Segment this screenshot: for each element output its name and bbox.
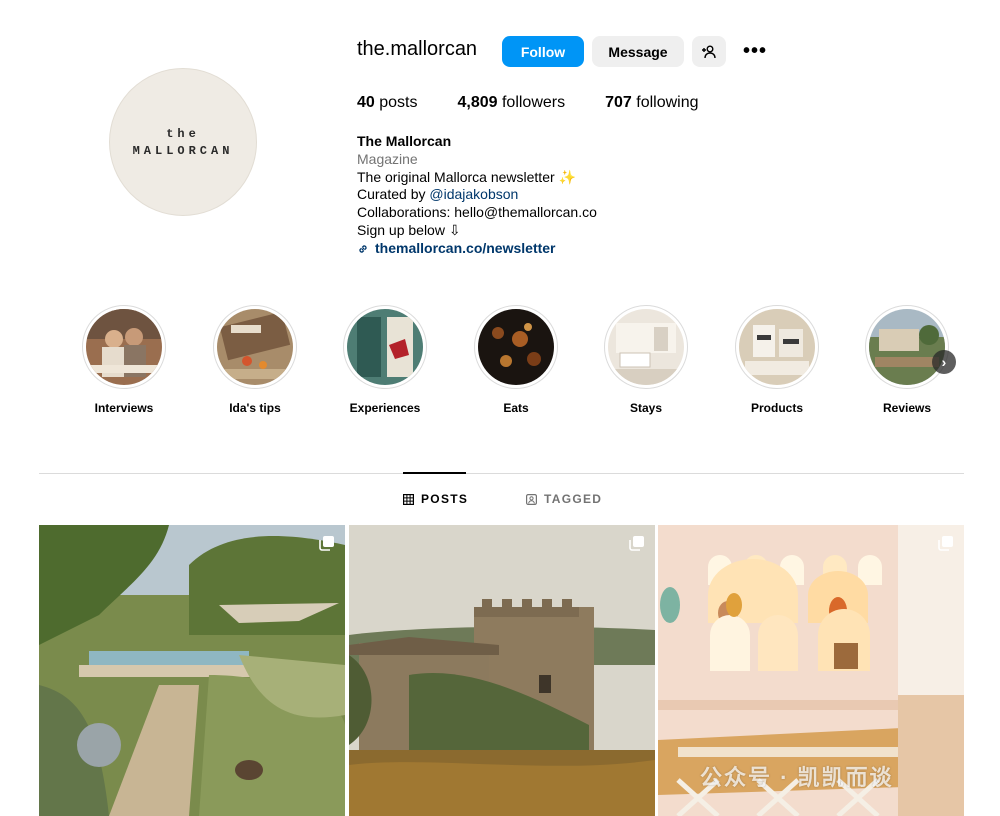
- highlight-interviews[interactable]: Interviews: [74, 305, 174, 415]
- post-image-garden: [39, 525, 345, 816]
- chevron-right-icon: ›: [941, 354, 947, 370]
- tagged-person-icon: [526, 493, 537, 505]
- highlight-cover-reviews: [869, 309, 945, 385]
- highlight-cover-idas-tips: [217, 309, 293, 385]
- highlight-ring: [604, 305, 688, 389]
- highlight-stays[interactable]: Stays: [596, 305, 696, 415]
- highlight-cover-products: [739, 309, 815, 385]
- highlight-label: Products: [750, 401, 803, 415]
- tab-posts[interactable]: POSTS: [403, 492, 468, 506]
- bio-category: Magazine: [357, 150, 418, 167]
- bio-line-collaborations: Collaborations: hello@themallorcan.co: [357, 204, 597, 221]
- watermark-text: 公众号 · 凯凯而谈: [700, 765, 894, 790]
- tab-tagged-label: TAGGED: [544, 492, 603, 506]
- highlight-label: Ida's tips: [229, 401, 281, 415]
- post-thumbnail-garden[interactable]: [39, 525, 345, 816]
- highlight-ring: [735, 305, 819, 389]
- highlight-idas-tips[interactable]: Ida's tips: [205, 305, 305, 415]
- highlight-ring: [213, 305, 297, 389]
- highlight-label: Experiences: [349, 401, 421, 415]
- post-thumbnail-castle[interactable]: [349, 525, 655, 816]
- add-person-icon: [702, 45, 716, 58]
- avatar-text-line1: the: [166, 126, 200, 141]
- tabs-divider: [39, 473, 964, 474]
- followers-label: followers: [497, 94, 566, 111]
- profile-avatar[interactable]: the MALLORCAN: [109, 68, 257, 216]
- highlight-ring: [865, 305, 949, 389]
- highlight-ring: [82, 305, 166, 389]
- posts-label: posts: [374, 94, 418, 111]
- following-label: following: [631, 94, 699, 111]
- bio-website-url: themallorcan.co/newsletter: [375, 239, 556, 256]
- bio-line-newsletter: The original Mallorca newsletter ✨: [357, 168, 576, 185]
- highlight-eats[interactable]: Eats: [466, 305, 566, 415]
- highlight-cover-interviews: [86, 309, 162, 385]
- bio-name: The Mallorcan: [357, 133, 452, 149]
- highlights-next-button[interactable]: ›: [932, 350, 956, 374]
- multiple-photos-icon: [629, 536, 644, 551]
- highlight-label: Eats: [503, 401, 529, 415]
- more-options-button[interactable]: •••: [742, 36, 768, 67]
- story-highlights: Interviews Ida's tips Experiences Eats S…: [0, 305, 1000, 425]
- tab-tagged[interactable]: TAGGED: [526, 492, 602, 506]
- posts-count: 40: [357, 94, 375, 111]
- multiple-photos-icon: [319, 536, 334, 551]
- bio-line-curated: Curated by @idajakobson: [357, 186, 597, 204]
- highlight-cover-experiences: [347, 309, 423, 385]
- profile-bio: The Mallorcan Magazine The original Mall…: [357, 133, 597, 258]
- highlight-cover-eats: [478, 309, 554, 385]
- post-image-castle: [349, 525, 655, 816]
- grid-icon: [403, 493, 414, 505]
- highlight-products[interactable]: Products: [727, 305, 827, 415]
- follow-button[interactable]: Follow: [502, 36, 584, 67]
- followers-stat[interactable]: 4,809 followers: [457, 94, 565, 112]
- posts-stat: 40 posts: [357, 94, 417, 112]
- highlight-ring: [474, 305, 558, 389]
- bio-line-signup: Sign up below ⇩: [357, 221, 461, 238]
- highlight-label: Reviews: [882, 401, 932, 415]
- avatar-text-line2: MALLORCAN: [132, 143, 234, 158]
- highlight-cover-stays: [608, 309, 684, 385]
- following-count: 707: [605, 94, 632, 111]
- profile-stats: 40 posts 4,809 followers 707 following: [357, 94, 739, 112]
- highlight-experiences[interactable]: Experiences: [335, 305, 435, 415]
- highlight-ring: [343, 305, 427, 389]
- bio-mention-link[interactable]: @idajakobson: [429, 186, 518, 202]
- followers-count: 4,809: [457, 94, 498, 111]
- more-options-icon: •••: [742, 40, 767, 62]
- highlight-label: Interviews: [94, 401, 154, 415]
- bio-website-link[interactable]: themallorcan.co/newsletter: [357, 240, 597, 258]
- message-button[interactable]: Message: [592, 36, 684, 67]
- link-icon: [359, 245, 367, 253]
- profile-username: the.mallorcan: [357, 38, 478, 60]
- active-tab-indicator: [403, 472, 466, 474]
- multiple-photos-icon: [938, 536, 953, 551]
- tab-posts-label: POSTS: [421, 492, 469, 506]
- following-stat[interactable]: 707 following: [605, 94, 698, 112]
- suggest-accounts-button[interactable]: [692, 36, 726, 67]
- bio-curated-prefix: Curated by: [357, 186, 430, 203]
- highlight-label: Stays: [629, 401, 663, 415]
